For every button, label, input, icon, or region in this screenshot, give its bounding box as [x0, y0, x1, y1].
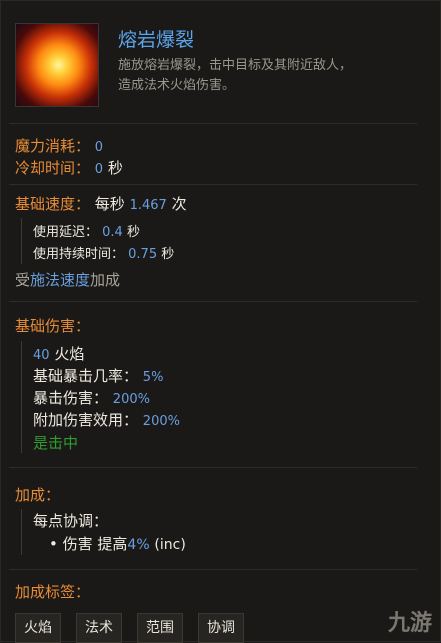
- cast-speed-link[interactable]: 施法速度: [30, 271, 90, 289]
- cooldown-row: 冷却时间： 0 秒: [15, 159, 123, 177]
- damage-amount-row: 40 火焰: [33, 345, 85, 363]
- tag-fire: 火焰: [15, 613, 61, 643]
- use-duration-row: 使用持续时间： 0.75 秒: [33, 247, 175, 262]
- tag-coordination: 协调: [198, 613, 244, 643]
- tag-spell: 法术: [76, 613, 122, 643]
- base-speed-row: 基础速度： 每秒 1.467 次: [15, 195, 187, 213]
- crit-damage-row: 暴击伤害： 200%: [33, 389, 150, 407]
- watermark-logo: 九游: [387, 611, 432, 636]
- use-delay-row: 使用延迟： 0.4 秒: [33, 225, 140, 240]
- scaling-label: 加成：: [15, 486, 61, 504]
- skill-header: 熔岩爆裂 施放熔岩爆裂，击中目标及其附近敌人， 造成法术火焰伤害。: [15, 23, 429, 119]
- divider: [9, 467, 417, 468]
- indent-line: [21, 218, 22, 264]
- divider: [9, 301, 417, 302]
- mana-cost-row: 魔力消耗： 0: [15, 137, 104, 155]
- affected-by-row: 受施法速度加成: [15, 271, 121, 289]
- indent-line: [21, 341, 22, 453]
- divider: [9, 123, 417, 124]
- skill-tooltip: 熔岩爆裂 施放熔岩爆裂，击中目标及其附近敌人， 造成法术火焰伤害。 魔力消耗： …: [0, 0, 441, 643]
- divider: [9, 569, 417, 570]
- skill-title: 熔岩爆裂: [118, 29, 195, 51]
- fireball-icon: [15, 23, 99, 107]
- crit-chance-row: 基础暴击几率： 5%: [33, 367, 164, 385]
- skill-description: 施放熔岩爆裂，击中目标及其附近敌人， 造成法术火焰伤害。: [118, 58, 353, 93]
- scaling-stat-row: • 伤害 提高4% (inc): [49, 535, 186, 553]
- tag-area: 范围: [137, 613, 183, 643]
- is-hit-label: 是击中: [33, 434, 79, 452]
- base-damage-label: 基础伤害：: [15, 317, 91, 335]
- per-point-coordination-label: 每点协调：: [33, 512, 109, 530]
- added-damage-effect-row: 附加伤害效用： 200%: [33, 411, 180, 429]
- scaling-tags-label: 加成标签：: [15, 583, 91, 601]
- indent-line: [21, 509, 22, 555]
- divider: [9, 184, 417, 185]
